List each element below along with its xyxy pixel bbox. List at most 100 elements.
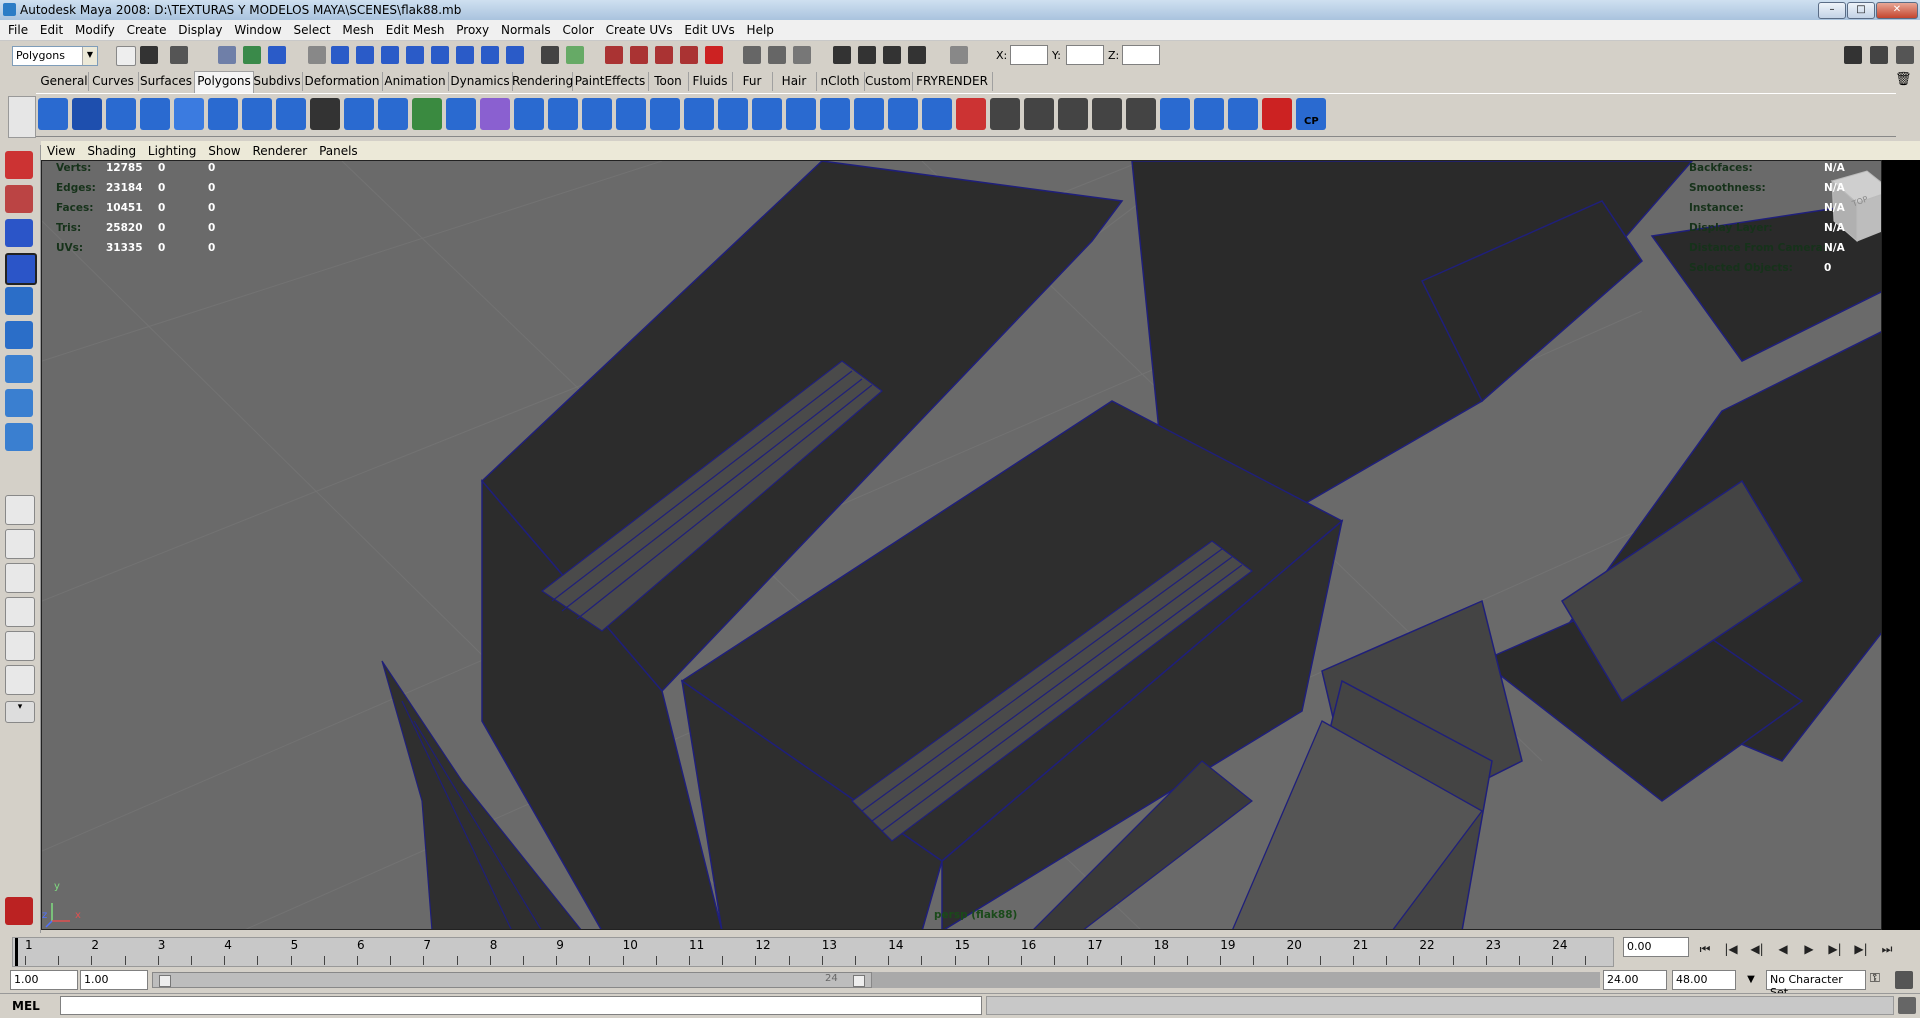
- tab-general[interactable]: General: [40, 72, 89, 91]
- render-settings-icon[interactable]: [908, 46, 926, 64]
- tab-hair[interactable]: Hair: [772, 72, 817, 91]
- more-layouts-chevron-icon[interactable]: ▾: [5, 701, 35, 723]
- shelf-poly-prism-icon[interactable]: [242, 98, 272, 130]
- open-scene-icon[interactable]: [140, 46, 158, 64]
- outliner-layout-icon[interactable]: [5, 665, 35, 695]
- tab-ncloth[interactable]: nCloth: [816, 72, 865, 91]
- single-perspective-layout-icon[interactable]: [5, 495, 35, 525]
- soft-modification-icon[interactable]: [5, 389, 33, 417]
- menu-proxy[interactable]: Proxy: [456, 20, 489, 37]
- render-view-icon[interactable]: [833, 46, 851, 64]
- shelf-duplicate-face-icon[interactable]: [1092, 98, 1122, 130]
- tab-deformation[interactable]: Deformation: [302, 72, 383, 91]
- menu-normals[interactable]: Normals: [501, 20, 551, 37]
- select-tool-icon[interactable]: [5, 151, 33, 179]
- menu-help[interactable]: Help: [747, 20, 774, 37]
- panel-menu-show[interactable]: Show: [208, 141, 240, 158]
- select-rendering-icon[interactable]: [481, 46, 499, 64]
- shelf-add-divisions-icon[interactable]: [922, 98, 952, 130]
- shelf-poly-cube-icon[interactable]: [72, 98, 102, 130]
- perspective-viewport[interactable]: Verts: 12785 0 0 Edges: 23184 0 0 Faces:…: [41, 160, 1882, 930]
- playback-start-field[interactable]: 1.00: [80, 970, 148, 990]
- shelf-reduce-icon[interactable]: [582, 98, 612, 130]
- x-coordinate-field[interactable]: [1010, 45, 1048, 65]
- shelf-append-to-polygon-icon[interactable]: [786, 98, 816, 130]
- paint-select-tool-icon[interactable]: [5, 219, 33, 247]
- menu-set-dropdown[interactable]: Polygons ▼: [12, 46, 98, 66]
- shelf-flip-triangle-edge-icon[interactable]: [990, 98, 1020, 130]
- shelf-offset-edge-loop-icon[interactable]: [888, 98, 918, 130]
- four-view-layout-icon[interactable]: [5, 529, 35, 559]
- save-scene-icon[interactable]: [170, 46, 188, 64]
- channel-box-icon[interactable]: [1896, 46, 1914, 64]
- persp-graph-layout-icon[interactable]: [5, 597, 35, 627]
- tab-fluids[interactable]: Fluids: [688, 72, 733, 91]
- menu-create-uvs[interactable]: Create UVs: [606, 20, 673, 37]
- shelf-poly-cone-icon[interactable]: [140, 98, 170, 130]
- snap-to-view-planes-icon[interactable]: [680, 46, 698, 64]
- play-forwards-button[interactable]: ▶: [1798, 940, 1820, 960]
- panel-menu-view[interactable]: View: [47, 141, 75, 158]
- panel-menu-renderer[interactable]: Renderer: [252, 141, 307, 158]
- scale-tool-icon[interactable]: [5, 321, 33, 349]
- menu-mesh[interactable]: Mesh: [342, 20, 374, 37]
- step-forward-frame-button[interactable]: ▶|: [1824, 940, 1846, 960]
- tab-rendering[interactable]: Rendering: [512, 72, 573, 91]
- show-manipulator-icon[interactable]: [5, 423, 33, 451]
- select-misc-icon[interactable]: [506, 46, 524, 64]
- shelf-bridge-icon[interactable]: [752, 98, 782, 130]
- step-back-key-button[interactable]: |◀: [1720, 940, 1742, 960]
- panel-menu-lighting[interactable]: Lighting: [148, 141, 197, 158]
- close-button[interactable]: ✕: [1876, 2, 1918, 19]
- go-to-end-button[interactable]: ⏭: [1876, 940, 1898, 960]
- maximize-button[interactable]: □: [1847, 2, 1875, 19]
- tab-fryrender[interactable]: FRYRENDER: [912, 72, 993, 91]
- shelf-poly-cylinder-icon[interactable]: [106, 98, 136, 130]
- mask-dropdown-icon[interactable]: [308, 46, 326, 64]
- snap-to-grids-icon[interactable]: [605, 46, 623, 64]
- shelf-extract-icon[interactable]: [412, 98, 442, 130]
- shelf-booleans-icon[interactable]: [446, 98, 476, 130]
- shelf-poly-pipe-icon[interactable]: [276, 98, 306, 130]
- shelf-poly-sphere-icon[interactable]: [38, 98, 68, 130]
- shelf-combine-icon[interactable]: [344, 98, 374, 130]
- menu-display[interactable]: Display: [178, 20, 222, 37]
- shelf-cleanup-icon[interactable]: [616, 98, 646, 130]
- ipr-render-icon[interactable]: [883, 46, 901, 64]
- persp-outliner-layout-icon[interactable]: [5, 563, 35, 593]
- move-tool-icon[interactable]: [5, 253, 37, 285]
- input-history-icon[interactable]: [743, 46, 761, 64]
- input-line-mode-icon[interactable]: [950, 46, 968, 64]
- snap-to-points-icon[interactable]: [655, 46, 673, 64]
- universal-manipulator-icon[interactable]: [5, 355, 33, 383]
- script-editor-icon[interactable]: [1898, 997, 1916, 1014]
- tab-dynamics[interactable]: Dynamics: [448, 72, 513, 91]
- shelf-insert-edge-loop-icon[interactable]: [854, 98, 884, 130]
- shelf-checker-icon[interactable]: [1262, 98, 1292, 130]
- panel-menu-panels[interactable]: Panels: [319, 141, 358, 158]
- shelf-scroll-buttons[interactable]: [1896, 94, 1912, 134]
- range-end-handle[interactable]: [853, 975, 865, 987]
- highlight-selection-icon[interactable]: [566, 46, 584, 64]
- menu-edit-uvs[interactable]: Edit UVs: [684, 20, 734, 37]
- select-by-component-icon[interactable]: [268, 46, 286, 64]
- select-by-object-icon[interactable]: [243, 46, 261, 64]
- lock-selection-icon[interactable]: [541, 46, 559, 64]
- lasso-tool-icon[interactable]: [5, 185, 33, 213]
- y-coordinate-field[interactable]: [1066, 45, 1104, 65]
- tab-painteffects[interactable]: PaintEffects: [572, 72, 649, 91]
- playback-end-field[interactable]: 24.00: [1603, 970, 1667, 990]
- shelf-uv-editor-icon[interactable]: [1228, 98, 1258, 130]
- rotate-tool-icon[interactable]: [5, 287, 33, 315]
- select-surfaces-icon[interactable]: [406, 46, 424, 64]
- render-current-frame-icon[interactable]: [858, 46, 876, 64]
- tab-curves[interactable]: Curves: [88, 72, 139, 91]
- animation-preferences-icon[interactable]: [1895, 971, 1913, 989]
- animation-start-field[interactable]: 1.00: [10, 970, 78, 990]
- select-curves-icon[interactable]: [381, 46, 399, 64]
- current-time-field[interactable]: 0.00: [1623, 937, 1689, 957]
- auto-key-icon[interactable]: ⚿: [1870, 971, 1890, 989]
- construction-history-icon[interactable]: [793, 46, 811, 64]
- output-history-icon[interactable]: [768, 46, 786, 64]
- animation-end-field[interactable]: 48.00: [1672, 970, 1736, 990]
